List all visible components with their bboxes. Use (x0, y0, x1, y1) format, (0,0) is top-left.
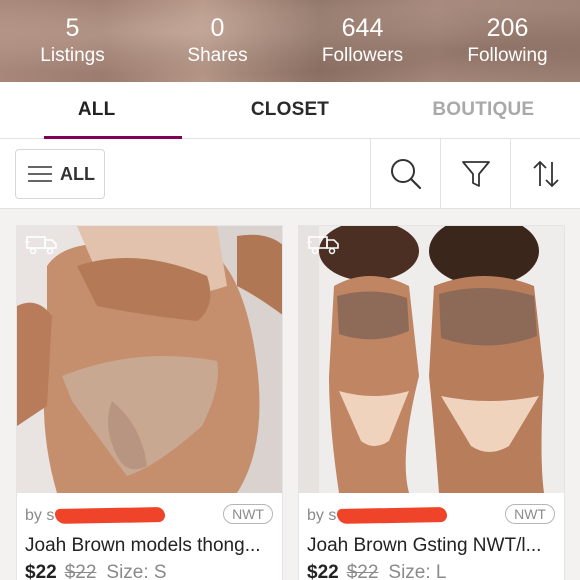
category-all-button[interactable]: ALL (15, 149, 105, 199)
listing-title[interactable]: Joah Brown Gsting NWT/l... (307, 535, 562, 557)
listing-price: $22 (307, 562, 339, 580)
redacted-username (336, 507, 448, 524)
listing-size: Size: L (388, 562, 447, 580)
stat-label: Shares (187, 45, 248, 66)
stat-label: Listings (40, 45, 105, 66)
stat-label: Followers (321, 45, 404, 66)
stat-listings[interactable]: 5 Listings (3, 14, 143, 68)
stat-label: Following (467, 45, 548, 66)
listing-photo-image (17, 226, 282, 493)
truck-icon (307, 236, 339, 255)
redacted-username (54, 507, 166, 524)
stat-following[interactable]: 206 Following (438, 14, 578, 68)
listing-size: Size: S (106, 562, 167, 580)
listing-title[interactable]: Joah Brown models thong... (25, 535, 280, 557)
profile-stats-header: 5 Listings 0 Shares 644 Followers 206 Fo… (0, 0, 580, 82)
stat-value: 0 (210, 14, 225, 42)
listing-photo-image (299, 226, 564, 493)
sort-arrows-icon (532, 160, 559, 188)
filter-button[interactable] (440, 139, 510, 209)
listing-card[interactable]: by s NWT Joah Brown Gsting NWT/l... $22 $… (298, 225, 565, 580)
original-price: $22 (346, 562, 379, 580)
stat-followers[interactable]: 644 Followers (293, 14, 433, 68)
sort-button[interactable] (510, 139, 580, 209)
price-row: $22 $22 Size: S (25, 562, 167, 580)
closet-tabs: ALL CLOSET BOUTIQUE (0, 82, 580, 139)
stat-value: 644 (341, 14, 384, 42)
tab-boutique[interactable]: BOUTIQUE (387, 82, 580, 138)
stat-value: 206 (486, 14, 529, 42)
search-button[interactable] (370, 139, 440, 209)
search-icon (390, 159, 421, 190)
stat-value: 5 (65, 14, 80, 42)
listing-card[interactable]: by s NWT Joah Brown models thong... $22 $… (16, 225, 283, 580)
listing-photo[interactable] (17, 226, 282, 493)
tab-all[interactable]: ALL (0, 82, 193, 139)
listing-price: $22 (25, 562, 57, 580)
original-price: $22 (64, 562, 97, 580)
seller-prefix: by s (25, 507, 55, 524)
condition-badge: NWT (505, 504, 555, 524)
menu-lines-icon (28, 166, 52, 182)
seller-row: by s NWT (25, 503, 277, 529)
truck-icon (25, 236, 57, 255)
seller-row: by s NWT (307, 503, 559, 529)
condition-badge: NWT (223, 504, 273, 524)
tab-closet[interactable]: CLOSET (193, 82, 386, 138)
category-all-label: ALL (60, 163, 95, 184)
filter-funnel-icon (461, 161, 490, 187)
seller-prefix: by s (307, 507, 337, 524)
listing-photo[interactable] (299, 226, 564, 493)
price-row: $22 $22 Size: L (307, 562, 447, 580)
filter-bar: ALL (0, 139, 580, 209)
stat-shares[interactable]: 0 Shares (148, 14, 288, 68)
